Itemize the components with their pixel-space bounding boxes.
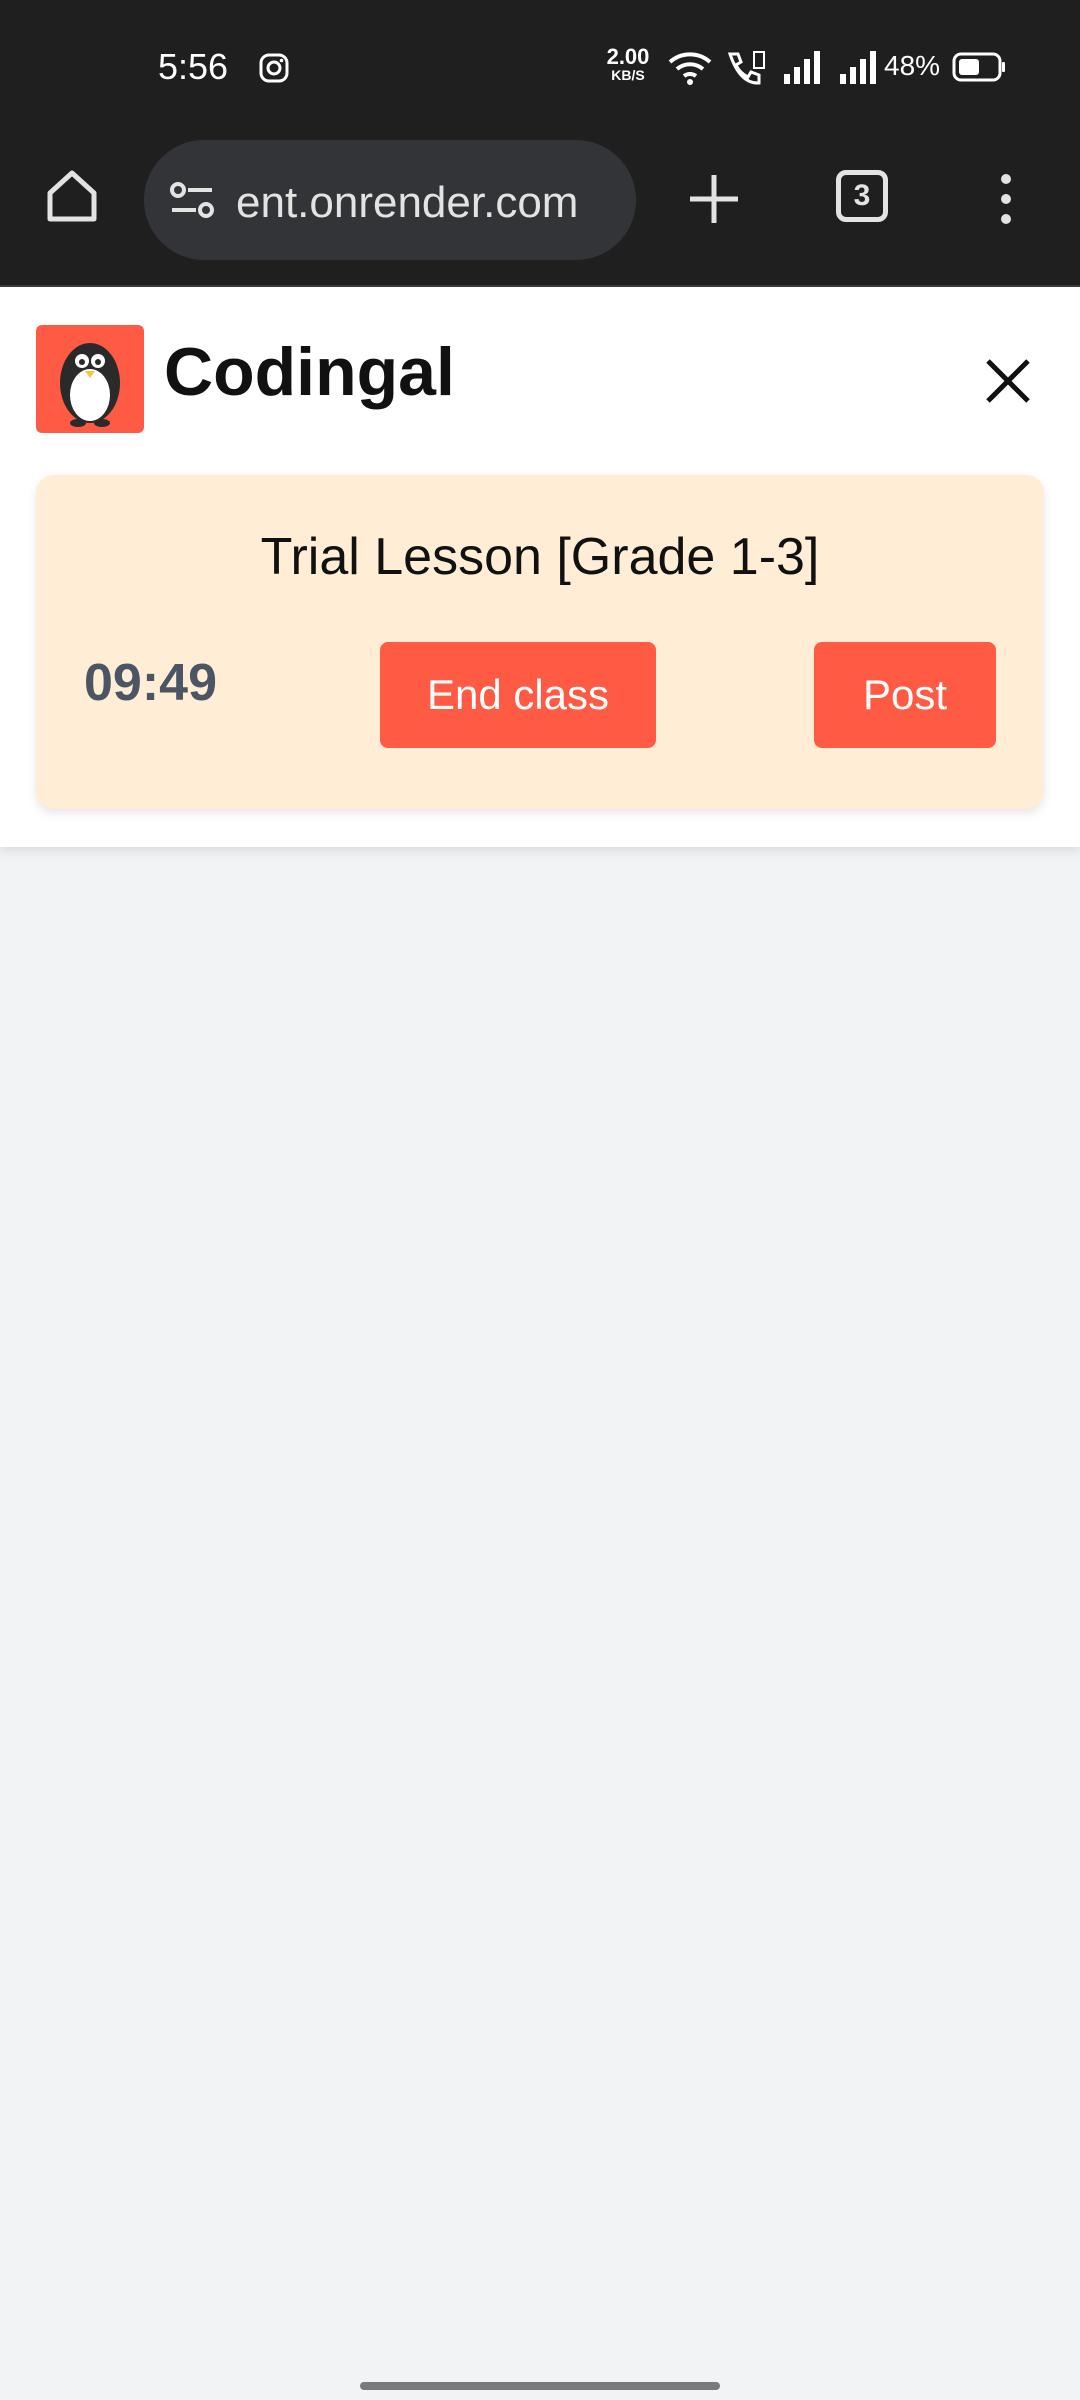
volte-call-icon [727, 51, 765, 85]
address-bar[interactable]: ent.onrender.com [144, 140, 636, 260]
battery-icon [952, 52, 1005, 82]
network-speed: 2.00 KB/S [600, 44, 656, 83]
close-icon[interactable] [982, 355, 1034, 407]
lesson-title: Trial Lesson [Grade 1-3] [260, 528, 820, 586]
class-timer: 09:49 [84, 654, 217, 712]
home-icon[interactable] [42, 165, 102, 225]
browser-toolbar: ent.onrender.com 3 [0, 135, 1080, 287]
url-text[interactable]: ent.onrender.com [236, 178, 616, 228]
penguin-logo-icon [36, 325, 144, 433]
new-tab-icon[interactable] [686, 171, 742, 227]
network-speed-unit: KB/S [611, 67, 645, 83]
wifi-icon [668, 52, 712, 85]
battery-percentage: 48% [884, 50, 941, 81]
network-speed-value: 2.00 [606, 44, 650, 69]
menu-icon[interactable] [996, 171, 1016, 227]
brand-name: Codingal [164, 334, 455, 410]
page-header-panel: Codingal Trial Lesson [Grade 1-3] 09:49 … [0, 287, 1080, 847]
end-class-button[interactable]: End class [380, 642, 656, 748]
signal-icon [784, 51, 820, 84]
status-time: 5:56 [158, 46, 229, 87]
site-settings-icon[interactable] [168, 178, 218, 222]
gesture-home-indicator[interactable] [360, 2382, 720, 2390]
signal-icon [840, 51, 876, 84]
post-button[interactable]: Post [814, 642, 996, 748]
instagram-icon [259, 53, 289, 83]
tab-switcher-icon[interactable]: 3 [836, 170, 888, 222]
class-card: Trial Lesson [Grade 1-3] 09:49 End class… [36, 475, 1044, 809]
status-bar: 5:56 2.00 KB/S 48% [0, 0, 1080, 135]
